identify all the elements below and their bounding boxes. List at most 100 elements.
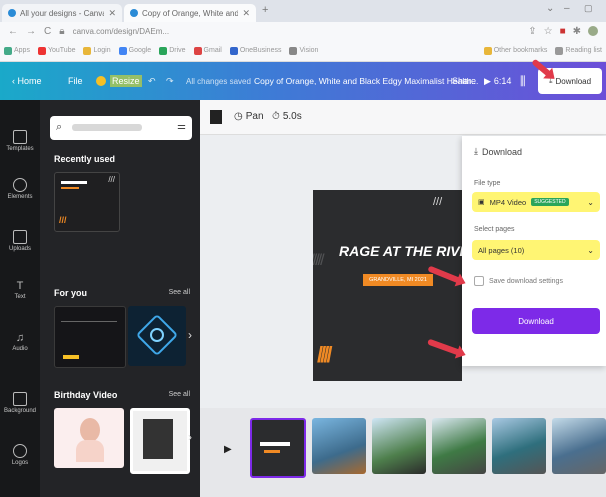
bookmark-vision[interactable]: Vision <box>289 46 318 55</box>
chevron-down-icon[interactable]: ⌄ <box>546 3 554 14</box>
color-swatch[interactable] <box>210 110 222 124</box>
timeline-frame-4[interactable] <box>432 418 486 474</box>
save-status: All changes saved <box>186 76 251 86</box>
resize-button[interactable]: Resize <box>96 62 142 100</box>
chevron-right-icon[interactable]: › <box>188 328 192 342</box>
rail-item-audio[interactable]: ♫ Audio <box>0 332 40 352</box>
rail-item-templates[interactable]: Templates <box>0 130 40 152</box>
download-panel-title: ⤓ Download <box>474 146 523 157</box>
birthday-thumb-2[interactable] <box>130 408 190 474</box>
file-menu[interactable]: File <box>68 62 83 100</box>
star-icon[interactable]: ☆ <box>544 26 553 37</box>
section-title-birthday: Birthday Video <box>54 390 118 400</box>
thumb-photo <box>143 419 173 459</box>
lock-icon: 🔒︎ <box>59 25 65 37</box>
for-you-thumb-2[interactable] <box>128 306 186 366</box>
maximize-icon[interactable]: ▢ <box>584 3 593 14</box>
timeline-frame-6[interactable] <box>552 418 606 474</box>
minimize-icon[interactable]: – <box>564 3 570 14</box>
thumb-text-line <box>61 181 87 184</box>
browser-tab-design[interactable]: Copy of Orange, White and Bl... ✕ <box>124 4 256 22</box>
save-settings-checkbox[interactable]: Save download settings <box>474 276 563 286</box>
redo-icon[interactable]: ↷ <box>166 62 174 100</box>
canvas-area: ◷Pan ⏱5.0s //////// /// RAGE AT THE RIVE… <box>200 100 606 497</box>
share-button[interactable]: Share <box>452 62 476 100</box>
tab-title: All your designs - Canva <box>20 8 105 18</box>
templates-panel: ⌕ ⚌ Recently used /// /// For you See al… <box>40 100 200 497</box>
bookmark-apps[interactable]: Apps <box>4 46 30 55</box>
url-text[interactable]: canva.com/design/DAEm... <box>73 27 169 36</box>
duration-button[interactable]: ⏱ 5.0s <box>272 111 302 122</box>
recent-template-thumb[interactable]: /// /// <box>54 172 120 232</box>
select-pages-dropdown[interactable]: All pages (10) ⌄ <box>472 240 600 260</box>
timeline-frame-5[interactable] <box>492 418 546 474</box>
thumb-stripes-top: /// <box>108 175 115 184</box>
timeline-frame-3[interactable] <box>372 418 426 474</box>
bookmark-google[interactable]: Google <box>118 46 151 55</box>
play-button[interactable]: ▶ 6:14 <box>484 62 511 100</box>
close-icon[interactable]: ✕ <box>242 8 250 19</box>
canva-favicon-icon <box>8 9 16 17</box>
select-pages-label: Select pages <box>474 226 515 233</box>
bookmark-gmail[interactable]: Gmail <box>193 46 222 55</box>
play-icon[interactable]: ▶ <box>224 444 232 455</box>
thumb-line <box>61 321 117 322</box>
share-page-icon[interactable]: ⇪ <box>528 26 536 37</box>
see-all-link[interactable]: See all <box>169 289 190 296</box>
timeline-frame-2[interactable] <box>312 418 366 474</box>
birthday-thumb-1[interactable] <box>54 408 124 468</box>
download-icon: ⤓ <box>474 146 478 156</box>
chevron-right-icon[interactable]: › <box>188 430 192 444</box>
section-title-for-you: For you <box>54 288 87 298</box>
new-tab-icon[interactable]: + <box>262 4 268 16</box>
bookmark-onebusiness[interactable]: OneBusiness <box>229 46 281 55</box>
filter-icon[interactable]: ⚌ <box>177 121 186 132</box>
search-input[interactable]: ⌕ ⚌ <box>50 116 192 140</box>
browser-tab-bar: All your designs - Canva ✕ Copy of Orang… <box>0 0 606 22</box>
home-button[interactable]: ‹ Home <box>12 62 42 100</box>
clock-icon: ⏱ <box>272 111 280 122</box>
bookmark-other[interactable]: Other bookmarks <box>483 46 547 55</box>
see-all-birthday-link[interactable]: See all <box>169 391 190 398</box>
bookmark-drive[interactable]: Drive <box>159 46 186 55</box>
rail-item-uploads[interactable]: Uploads <box>0 230 40 252</box>
bookmark-reading-list[interactable]: Reading list <box>555 46 602 55</box>
pan-icon: ◷ <box>234 111 243 122</box>
browser-tab-designs[interactable]: All your designs - Canva ✕ <box>2 4 122 22</box>
bookmark-login[interactable]: Login <box>83 46 111 55</box>
download-submit-button[interactable]: Download <box>472 308 600 334</box>
rail-item-logos[interactable]: Logos <box>0 444 40 466</box>
logo-icon <box>13 444 27 458</box>
file-type-label: File type <box>474 180 501 187</box>
chart-icon[interactable]: ⫼ <box>520 62 526 100</box>
pan-button[interactable]: ◷ Pan <box>234 111 264 122</box>
puzzle-icon[interactable]: ✱ <box>573 26 581 37</box>
templates-icon <box>13 130 27 144</box>
profile-avatar[interactable] <box>588 25 598 36</box>
undo-icon[interactable]: ↶ <box>148 62 156 100</box>
video-icon: ▣ <box>478 199 485 206</box>
search-icon: ⌕ <box>56 121 63 133</box>
for-you-thumb-1[interactable] <box>54 306 126 368</box>
file-type-select[interactable]: ▣ MP4 Video SUGGESTED ⌄ <box>472 192 600 212</box>
close-icon[interactable]: ✕ <box>108 8 116 19</box>
extension-icon[interactable]: ■ <box>560 26 566 37</box>
rail-item-background[interactable]: Background <box>0 392 40 414</box>
rail-item-text[interactable]: T Text <box>0 280 40 300</box>
rail-item-elements[interactable]: Elements <box>0 178 40 200</box>
design-page[interactable]: //////// /// RAGE AT THE RIVER GRANDVILL… <box>313 190 462 381</box>
back-icon[interactable]: ← <box>8 26 18 37</box>
timeline-frame-1[interactable] <box>250 418 306 478</box>
bookmark-youtube[interactable]: YouTube <box>37 46 75 55</box>
download-panel: ⤓ Download File type ▣ MP4 Video SUGGESTE… <box>462 136 606 366</box>
editor-header: ‹ Home File Resize ↶ ↷ All changes saved… <box>0 62 606 100</box>
design-title[interactable]: Copy of Orange, White and Black Edgy Max… <box>254 62 478 100</box>
search-placeholder <box>72 124 142 131</box>
music-icon: ♫ <box>15 332 25 344</box>
design-headline: RAGE AT THE RIVER <box>339 243 462 259</box>
thumb-face <box>80 418 100 442</box>
forward-icon[interactable]: → <box>26 26 36 37</box>
play-icon: ▶ <box>484 75 491 86</box>
reload-icon[interactable]: C <box>44 26 51 37</box>
canva-favicon-icon <box>130 9 138 17</box>
